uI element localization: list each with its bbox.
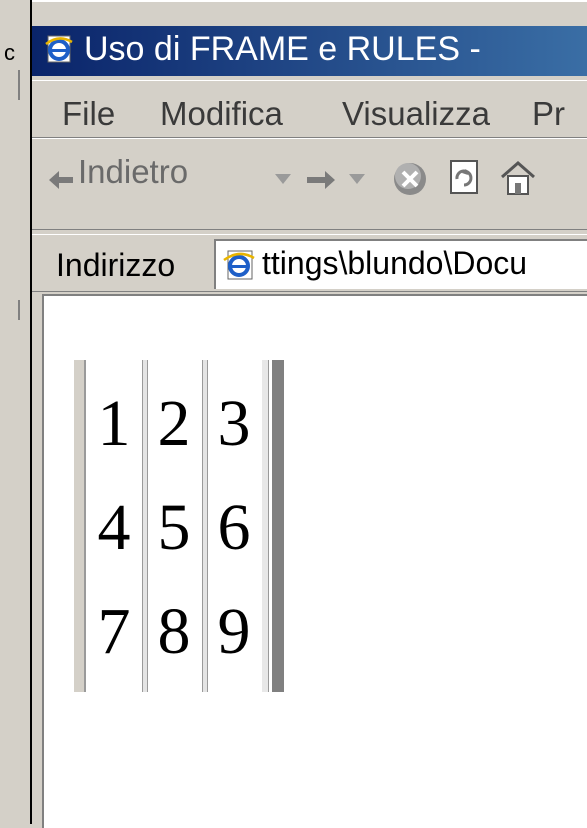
title-bar[interactable]: Uso di FRAME e RULES -	[32, 26, 587, 76]
table-cell: 7	[97, 595, 131, 668]
back-arrow-icon[interactable]	[48, 169, 74, 191]
toolbar: Indietro	[32, 138, 587, 230]
menu-bar: File Modifica Visualizza Pr	[32, 80, 587, 138]
address-bar: Indirizzo ttings\blundo\Docu	[32, 234, 587, 292]
dropdown-icon[interactable]	[274, 173, 292, 185]
forward-arrow-icon[interactable]	[306, 169, 336, 191]
background-window-edge-mark	[0, 300, 20, 320]
table-frame-left	[74, 360, 86, 692]
address-value: ttings\blundo\Docu	[262, 245, 528, 281]
table-cell: 6	[217, 491, 251, 564]
ie-page-icon	[223, 250, 255, 280]
background-window-glyph: c	[4, 40, 15, 65]
menu-file[interactable]: File	[62, 95, 115, 133]
dropdown-icon[interactable]	[348, 173, 366, 185]
background-window-edge-mark	[0, 70, 20, 100]
back-button-label[interactable]: Indietro	[78, 153, 188, 191]
column-rule	[262, 360, 269, 692]
address-input[interactable]: ttings\blundo\Docu	[214, 239, 587, 289]
ie-page-icon	[45, 35, 73, 63]
table-cell: 5	[157, 491, 191, 564]
browser-window: Uso di FRAME e RULES - File Modifica Vis…	[32, 0, 587, 828]
table-cell: 2	[157, 387, 191, 460]
refresh-icon[interactable]	[446, 159, 482, 197]
window-title: Uso di FRAME e RULES -	[84, 30, 481, 68]
page-content: 1 2 3 4 5 6 7 8 9	[42, 294, 587, 828]
number-table: 1 2 3 4 5 6 7 8 9	[74, 360, 288, 692]
table-cell: 1	[97, 387, 131, 460]
table-cell: 8	[157, 595, 191, 668]
background-window: c	[0, 0, 32, 824]
address-label: Indirizzo	[56, 247, 176, 283]
home-icon[interactable]	[498, 159, 538, 197]
table-cell: 3	[217, 387, 251, 460]
menu-preferiti[interactable]: Pr	[532, 95, 565, 133]
table-cell: 4	[97, 491, 131, 564]
table-frame-right	[272, 360, 284, 692]
menu-modifica[interactable]: Modifica	[160, 95, 283, 133]
menu-visualizza[interactable]: Visualizza	[342, 95, 490, 133]
table-cell: 9	[217, 595, 251, 668]
stop-icon[interactable]	[392, 161, 428, 197]
